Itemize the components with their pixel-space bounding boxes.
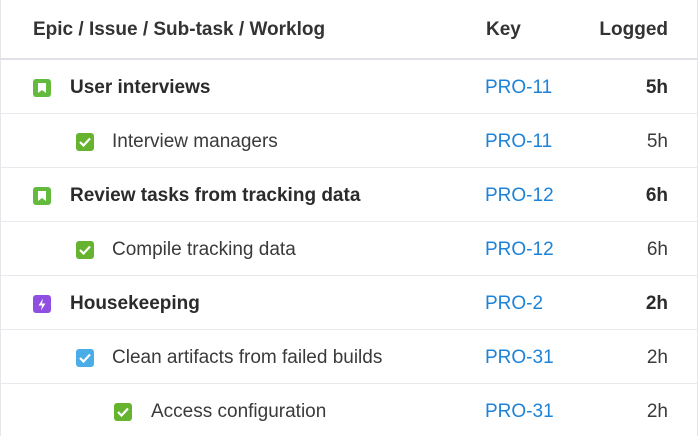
- column-header-key[interactable]: Key: [486, 19, 521, 41]
- logged-time: 5h: [646, 131, 668, 152]
- subtask-checkbox-icon: [76, 133, 94, 151]
- subtask-checkbox-icon: [76, 241, 94, 259]
- issue-key-link[interactable]: PRO-12: [485, 185, 554, 207]
- logged-time: 2h: [646, 347, 668, 368]
- issue-summary: Clean artifacts from failed builds: [112, 347, 383, 368]
- logged-time: 6h: [646, 239, 668, 260]
- issue-summary: Interview managers: [112, 131, 278, 152]
- worklog-report-table: Epic / Issue / Sub-task / Worklog Key Lo…: [0, 0, 698, 436]
- issue-summary: Review tasks from tracking data: [70, 185, 361, 206]
- issue-summary: Access configuration: [151, 401, 327, 422]
- story-icon: [33, 187, 51, 205]
- task-checkbox-icon: [76, 349, 94, 367]
- subtask-checkbox-icon: [114, 403, 132, 421]
- issue-key-link[interactable]: PRO-11: [485, 131, 552, 153]
- table-row[interactable]: Housekeeping PRO-2 2h: [0, 276, 698, 330]
- story-icon: [33, 79, 51, 97]
- issue-summary: User interviews: [70, 77, 211, 98]
- table-row[interactable]: Review tasks from tracking data PRO-12 6…: [0, 168, 698, 222]
- column-header-logged[interactable]: Logged: [599, 19, 668, 41]
- table-row[interactable]: Access configuration PRO-31 2h: [0, 384, 698, 436]
- table-row[interactable]: Clean artifacts from failed builds PRO-3…: [0, 330, 698, 384]
- issue-key-link[interactable]: PRO-2: [485, 293, 543, 315]
- issue-key-link[interactable]: PRO-31: [485, 347, 554, 369]
- logged-time: 5h: [645, 77, 668, 98]
- table-row[interactable]: User interviews PRO-11 5h: [0, 60, 698, 114]
- logged-time: 2h: [645, 293, 668, 314]
- column-header-name[interactable]: Epic / Issue / Sub-task / Worklog: [33, 19, 325, 41]
- epic-icon: [33, 295, 51, 313]
- table-row[interactable]: Compile tracking data PRO-12 6h: [0, 222, 698, 276]
- issue-key-link[interactable]: PRO-12: [485, 239, 554, 261]
- issue-summary: Housekeeping: [70, 293, 200, 314]
- issue-key-link[interactable]: PRO-11: [485, 77, 552, 99]
- table-row[interactable]: Interview managers PRO-11 5h: [0, 114, 698, 168]
- logged-time: 6h: [645, 185, 668, 206]
- issue-key-link[interactable]: PRO-31: [485, 401, 554, 423]
- logged-time: 2h: [646, 401, 668, 422]
- issue-summary: Compile tracking data: [112, 239, 296, 260]
- table-header: Epic / Issue / Sub-task / Worklog Key Lo…: [0, 0, 698, 60]
